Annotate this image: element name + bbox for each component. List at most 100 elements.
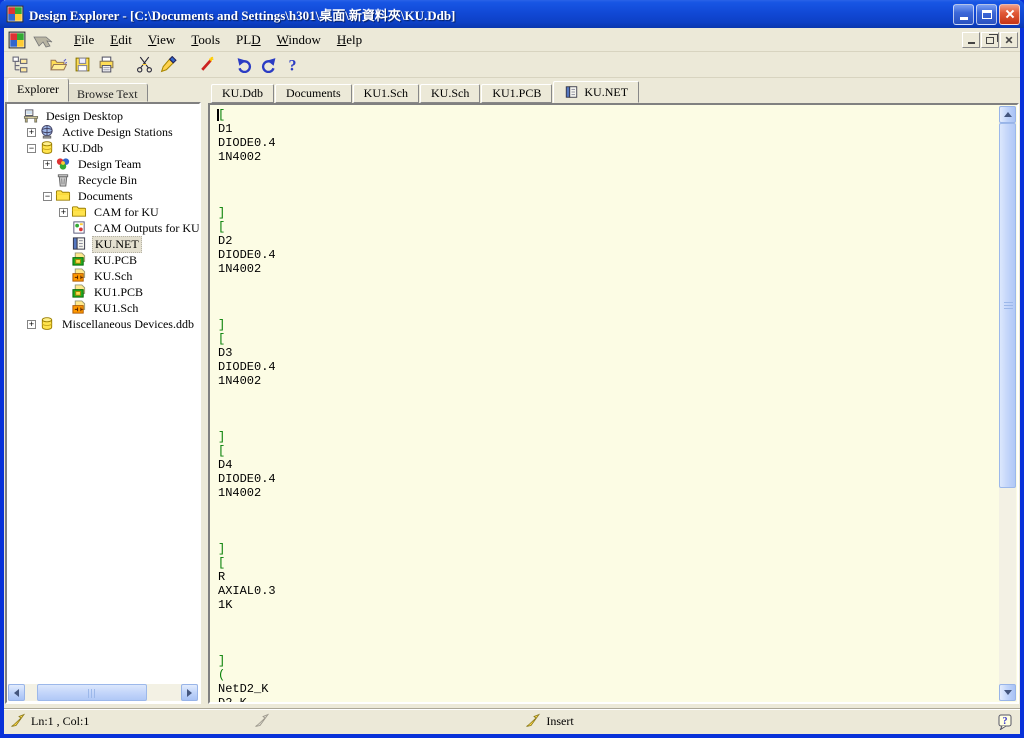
tree-item-ku-pcb[interactable]: KU.PCB — [9, 252, 199, 268]
status-arrow-icon — [10, 712, 26, 732]
doc-tab-documents[interactable]: Documents — [275, 84, 352, 103]
redo-icon[interactable] — [256, 54, 280, 76]
cam-icon — [71, 220, 88, 236]
expand-icon[interactable]: + — [59, 208, 68, 217]
close-button[interactable] — [999, 4, 1020, 25]
save-icon[interactable] — [70, 54, 94, 76]
editor-line — [218, 192, 999, 206]
tree-item-ku1-sch[interactable]: KU1.Sch — [9, 300, 199, 316]
tree-item-active-design-stations[interactable]: + Active Design Stations — [9, 124, 199, 140]
menu-file[interactable]: File — [66, 30, 102, 50]
database-icon — [39, 316, 56, 332]
app-logo-icon — [6, 5, 24, 23]
mdi-close-button[interactable] — [1000, 32, 1018, 48]
expand-icon[interactable]: + — [43, 160, 52, 169]
menu-drop-arrow-icon[interactable] — [32, 32, 58, 48]
tree-item-label: CAM Outputs for KU — [92, 221, 201, 236]
title-bar[interactable]: Design Explorer - [C:\Documents and Sett… — [0, 0, 1024, 28]
help-button[interactable]: ? — [996, 712, 1014, 731]
editor-line — [218, 416, 999, 430]
tree-item-label: KU.PCB — [92, 253, 139, 268]
explorer-panel: ExplorerBrowse Text Design Desktop + Activ… — [5, 80, 201, 704]
tree-item-label: KU1.PCB — [92, 285, 145, 300]
mdi-restore-button[interactable] — [981, 32, 999, 48]
editor-line: [ — [218, 108, 999, 122]
panel-splitter[interactable] — [201, 80, 208, 704]
editor-line: NetD2_K — [218, 682, 999, 696]
tree-item-ku-net[interactable]: KU.NET — [9, 236, 199, 252]
tree-item-miscellaneous-devices-ddb[interactable]: +Miscellaneous Devices.ddb — [9, 316, 199, 332]
scroll-right-button[interactable] — [181, 684, 198, 701]
menu-edit[interactable]: Edit — [102, 30, 140, 50]
cut-icon[interactable] — [132, 54, 156, 76]
scroll-down-button[interactable] — [999, 684, 1016, 701]
doc-tab-label: Documents — [286, 86, 341, 101]
tree-item-design-desktop[interactable]: Design Desktop — [9, 108, 199, 124]
editor-line: 1K — [218, 598, 999, 612]
tree-item-label: Recycle Bin — [76, 173, 139, 188]
scroll-up-button[interactable] — [999, 106, 1016, 123]
tree-item-documents[interactable]: −Documents — [9, 188, 199, 204]
modified-flag — [254, 712, 270, 732]
doc-tab-ku1-pcb[interactable]: KU1.PCB — [481, 84, 552, 103]
menu-window[interactable]: Window — [269, 30, 329, 50]
editor-panel: KU.Ddb Documents KU1.SchKU.SchKU1.PCBKU.NE… — [208, 80, 1019, 704]
minimize-button[interactable] — [953, 4, 974, 25]
doc-tab-ku1-sch[interactable]: KU1.Sch — [353, 84, 419, 103]
tree-item-ku-ddb[interactable]: −KU.Ddb — [9, 140, 199, 156]
cursor-position-text: Ln:1 , Col:1 — [31, 714, 89, 729]
tree-item-label: CAM for KU — [92, 205, 161, 220]
recycle-icon — [55, 172, 72, 188]
doc-tab-ku-ddb[interactable]: KU.Ddb — [211, 84, 274, 103]
editor-vertical-scrollbar[interactable] — [999, 106, 1016, 701]
editor-line: ] — [218, 206, 999, 220]
collapse-icon[interactable]: − — [27, 144, 36, 153]
editor-line: DIODE0.4 — [218, 360, 999, 374]
undo-icon[interactable] — [232, 54, 256, 76]
netlist-content: [D1DIODE0.41N4002 ][D2DIODE0.41N4002 ][D… — [218, 108, 999, 704]
doc-tab-ku-sch[interactable]: KU.Sch — [420, 84, 480, 103]
brush-icon[interactable] — [156, 54, 180, 76]
doc-tab-ku-net[interactable]: KU.NET — [553, 81, 639, 103]
tab-browse-text[interactable]: Browse Text — [67, 83, 148, 102]
document-app-icon[interactable] — [8, 31, 26, 49]
menu-tools[interactable]: Tools — [183, 30, 228, 50]
expand-icon[interactable]: + — [27, 128, 36, 137]
tree-item-label: Active Design Stations — [60, 125, 175, 140]
tree-item-cam-for-ku[interactable]: + CAM for KU — [9, 204, 199, 220]
tree-item-ku-sch[interactable]: KU.Sch — [9, 268, 199, 284]
scroll-thumb[interactable] — [37, 684, 147, 701]
menu-help[interactable]: Help — [329, 30, 370, 50]
insert-mode-text: Insert — [546, 714, 573, 729]
open-folder-icon[interactable] — [46, 54, 70, 76]
tree-item-cam-outputs-for-ku[interactable]: CAM Outputs for KU — [9, 220, 199, 236]
editor-line: ] — [218, 318, 999, 332]
editor-line: ] — [218, 430, 999, 444]
design-tree[interactable]: Design Desktop+Active Design Stations−KU… — [5, 102, 201, 704]
tree-horizontal-scrollbar[interactable] — [8, 684, 198, 701]
tree-item-design-team[interactable]: +Design Team — [9, 156, 199, 172]
text-editor[interactable]: [D1DIODE0.41N4002 ][D2DIODE0.41N4002 ][D… — [208, 103, 1019, 704]
scroll-left-button[interactable] — [8, 684, 25, 701]
tree-item-recycle-bin[interactable]: Recycle Bin — [9, 172, 199, 188]
net-icon — [564, 85, 580, 99]
menu-view[interactable]: View — [140, 30, 183, 50]
tree-item-ku1-pcb[interactable]: KU1.PCB — [9, 284, 199, 300]
wand-icon[interactable] — [194, 54, 218, 76]
mdi-minimize-button[interactable] — [962, 32, 980, 48]
editor-line — [218, 640, 999, 654]
help-icon[interactable]: ? — [280, 54, 304, 76]
expand-icon[interactable]: + — [27, 320, 36, 329]
tab-explorer[interactable]: Explorer — [7, 78, 69, 102]
collapse-icon[interactable]: − — [43, 192, 52, 201]
menu-pld[interactable]: PLD — [228, 30, 269, 50]
editor-line — [218, 514, 999, 528]
scroll-thumb[interactable] — [999, 123, 1016, 488]
editor-line: 1N4002 — [218, 150, 999, 164]
workspace: ExplorerBrowse Text Design Desktop + Activ… — [4, 78, 1020, 708]
editor-line: R — [218, 570, 999, 584]
maximize-button[interactable] — [976, 4, 997, 25]
editor-line: 1N4002 — [218, 486, 999, 500]
explorer-toggle-icon[interactable] — [8, 54, 32, 76]
print-icon[interactable] — [94, 54, 118, 76]
